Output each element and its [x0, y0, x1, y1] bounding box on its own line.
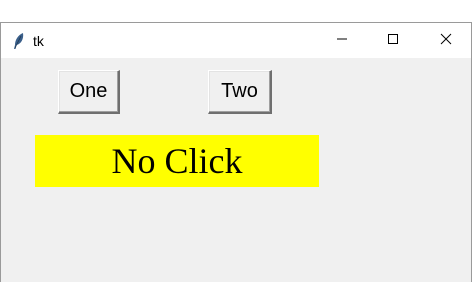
window-client-area: One Two No Click: [1, 58, 471, 282]
two-button[interactable]: Two: [208, 70, 272, 114]
title-bar[interactable]: tk: [1, 23, 471, 58]
maximize-icon: [387, 32, 399, 50]
minimize-icon: [336, 32, 348, 50]
one-button[interactable]: One: [58, 70, 120, 114]
status-label: No Click: [35, 135, 319, 187]
maximize-button[interactable]: [370, 23, 416, 58]
app-window: tk One Two No Click: [0, 22, 472, 282]
minimize-button[interactable]: [319, 23, 365, 58]
feather-icon: [12, 32, 26, 50]
close-button[interactable]: [423, 23, 469, 58]
close-icon: [440, 32, 452, 50]
window-title: tk: [33, 33, 44, 49]
